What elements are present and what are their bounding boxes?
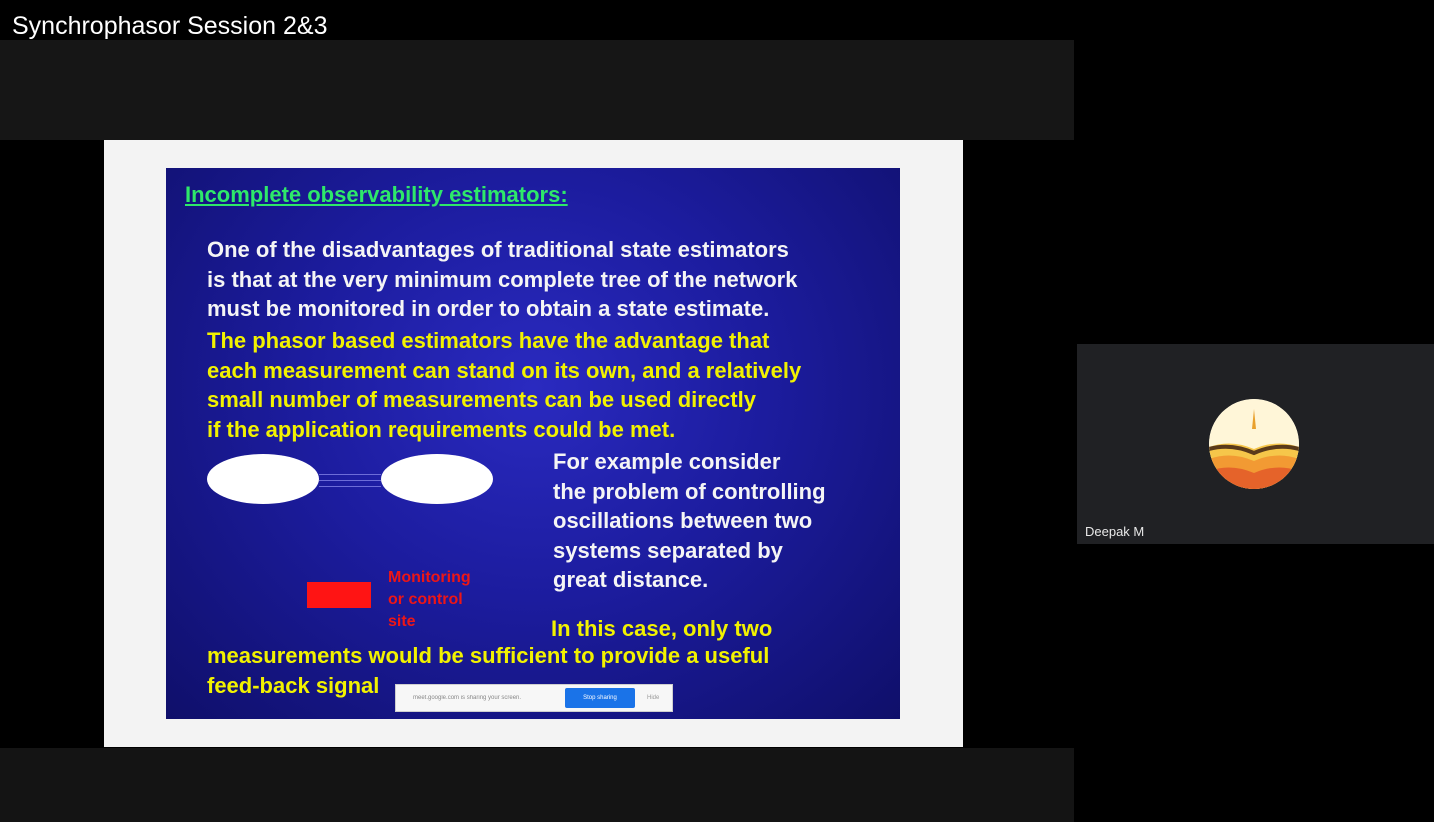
text-line: oscillations between two — [553, 508, 813, 533]
text-line: must be monitored in order to obtain a s… — [207, 296, 770, 321]
share-top-band — [0, 40, 1074, 140]
conclusion-line: In this case, only two — [551, 616, 773, 641]
text-line: small number of measurements can be used… — [207, 387, 756, 412]
monitoring-site-marker — [307, 582, 371, 608]
text-line: is that at the very minimum complete tre… — [207, 266, 798, 292]
link-line — [319, 486, 381, 487]
monitoring-site-label: Monitoring or control site — [388, 567, 498, 633]
video-title: Synchrophasor Session 2&3 — [12, 12, 328, 40]
participant-name: Deepak M — [1085, 524, 1145, 539]
text-line: if the application requirements could be… — [207, 416, 676, 442]
stop-sharing-button[interactable]: Stop sharing — [565, 688, 635, 708]
system-ellipse-left — [207, 454, 319, 504]
text-line: great distance. — [553, 567, 709, 592]
text-line: The phasor based estimators have the adv… — [207, 328, 770, 353]
text-line: systems separated by — [553, 537, 783, 563]
text-line: One of the disadvantages of traditional … — [207, 237, 789, 262]
label-line: site — [388, 613, 416, 630]
system-ellipse-right — [381, 454, 493, 504]
slide-heading: Incomplete observability estimators: — [185, 182, 568, 207]
sunset-avatar-icon — [1209, 399, 1299, 489]
participant-tile[interactable]: Deepak M — [1077, 344, 1434, 544]
paragraph-advantages: The phasor based estimators have the adv… — [207, 326, 887, 444]
presentation-slide: Incomplete observability estimators: One… — [166, 168, 900, 719]
label-line: Monitoring — [388, 569, 471, 586]
paragraph-disadvantages: One of the disadvantages of traditional … — [207, 235, 887, 324]
notice-text: meet.google.com is sharing your screen. — [413, 695, 522, 701]
text-line: each measurement can stand on its own, a… — [207, 357, 802, 383]
paragraph-example: For example consider the problem of cont… — [553, 447, 873, 595]
text-line: measurements would be sufficient to prov… — [207, 643, 770, 668]
hide-button[interactable]: Hide — [647, 695, 659, 701]
link-line — [319, 480, 381, 481]
text-line: the problem of controlling — [553, 478, 826, 504]
link-line — [319, 474, 381, 475]
label-line: or control — [388, 591, 463, 608]
screen-share-notice: meet.google.com is sharing your screen. … — [395, 684, 673, 712]
text-line: For example consider — [553, 449, 781, 474]
share-bottom-band — [0, 748, 1074, 822]
